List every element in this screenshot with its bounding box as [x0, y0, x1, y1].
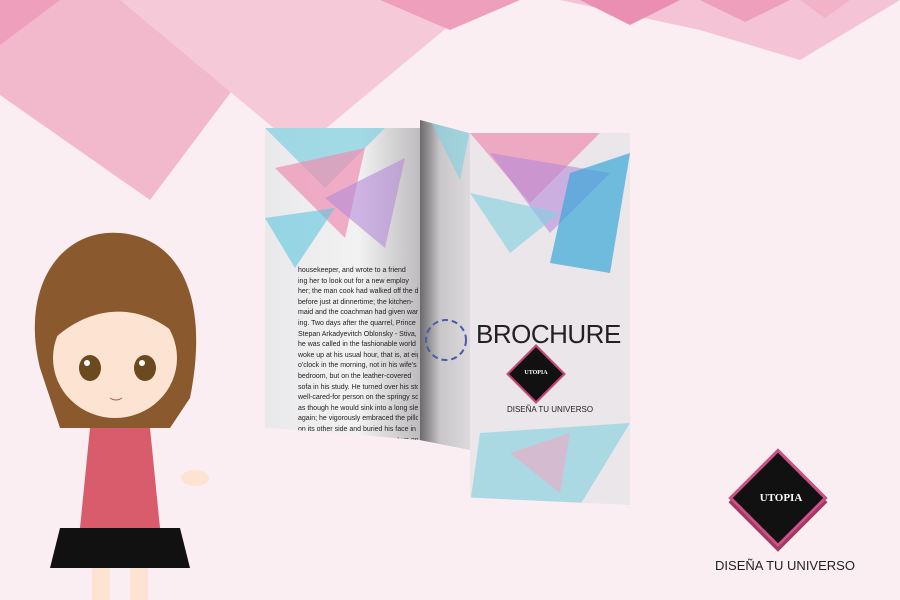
body-text-line: woke up at his usual hour, that is, at e…	[298, 351, 418, 359]
geometric-art	[265, 128, 405, 268]
circle-diagram-icon	[425, 120, 470, 361]
brochure-middle-panel	[420, 120, 470, 450]
body-text-line: housekeeper, and wrote to a friend	[298, 267, 406, 274]
body-text-line: bedroom, but on the leather-covered	[298, 372, 412, 380]
body-text-line: sofa in his study. He turned over his st…	[298, 383, 418, 391]
body-text-line: Stepan Arkadyevitch Oblonsky - Stiva, as	[298, 330, 418, 338]
body-text-line: again; he vigorously embraced the pillow	[298, 415, 418, 423]
body-text-line: o'clock in the morning, not in his wife'…	[298, 362, 417, 370]
brochure-left-panel: housekeeper, and wrote to a friend ing he…	[265, 128, 420, 440]
body-text-line: her; the man cook had walked off the day	[298, 288, 418, 296]
body-text-line: ing. Two days after the quarrel, Prince	[298, 319, 416, 327]
body-text-line: well-cared-for person on the springy sof…	[298, 394, 418, 402]
brand-tagline: DISEÑA TU UNIVERSO	[715, 558, 855, 573]
brochure-body-text: housekeeper, and wrote to a friend ing he…	[298, 266, 418, 440]
body-text-line: before just at dinnertime; the kitchen-	[298, 298, 414, 306]
brochure-logo-text: UTOPIA	[524, 370, 548, 376]
body-text-line: ing her to look out for a new employ	[298, 277, 409, 285]
body-text-line: as though he would sink into a long slee…	[298, 404, 418, 412]
utopia-logo-text: UTOPIA	[759, 492, 803, 504]
brochure-cover-panel: BROCHURE UTOPIA DISEÑA TU UNIVERSO	[470, 133, 630, 505]
brochure-tagline: DISEÑA TU UNIVERSO	[506, 405, 594, 414]
cartoon-girl-illustration	[34, 232, 209, 600]
brochure-title: BROCHURE	[476, 319, 621, 349]
body-text-line: he was called in the fashionable world -	[298, 341, 418, 349]
body-text-line: maid and the coachman had given warn-	[298, 309, 418, 317]
